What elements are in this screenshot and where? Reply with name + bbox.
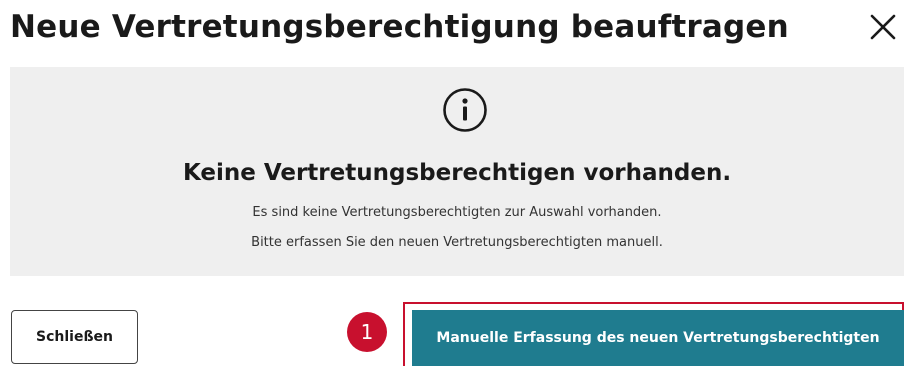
info-panel: Keine Vertretungsberechtigen vorhanden. … [10, 67, 904, 276]
info-icon [442, 87, 488, 133]
dialog-title: Neue Vertretungsberechtigung beauftragen [10, 9, 789, 45]
info-heading: Keine Vertretungsberechtigen vorhanden. [182, 160, 732, 186]
step-badge: 1 [347, 312, 387, 352]
close-icon[interactable] [868, 12, 898, 42]
close-button[interactable]: Schließen [11, 310, 138, 364]
info-text-line-2: Bitte erfassen Sie den neuen Vertretungs… [251, 235, 663, 250]
manual-entry-button[interactable]: Manuelle Erfassung des neuen Vertretungs… [412, 310, 904, 366]
info-text-line-1: Es sind keine Vertretungsberechtigten zu… [252, 205, 662, 220]
